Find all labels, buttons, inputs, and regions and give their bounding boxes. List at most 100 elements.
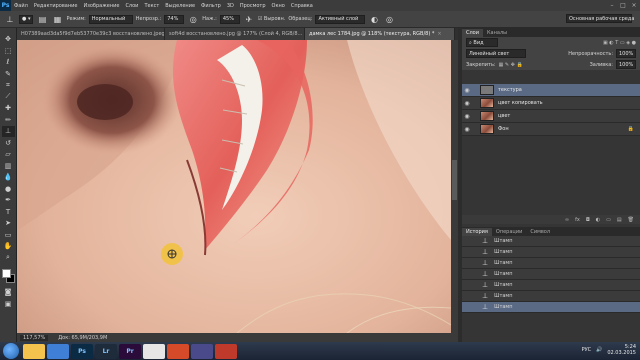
brush-panel-icon[interactable]: ▤	[36, 13, 48, 25]
adjustment-icon[interactable]: ◐	[596, 217, 600, 223]
airbrush-icon[interactable]: ✈	[243, 13, 255, 25]
marquee-tool-icon[interactable]: ⬚	[2, 46, 15, 57]
history-item[interactable]: ⊥ Штамп	[462, 280, 640, 291]
start-button[interactable]	[3, 343, 19, 359]
menu-help[interactable]: Справка	[288, 3, 316, 9]
fill-field[interactable]: 100%	[616, 60, 636, 69]
dodge-tool-icon[interactable]: ●	[2, 184, 15, 195]
healing-tool-icon[interactable]: ✚	[2, 103, 15, 114]
close-icon[interactable]: ×	[630, 1, 638, 9]
close-tab-icon[interactable]: ×	[437, 31, 441, 37]
fx-icon[interactable]: fx	[575, 217, 580, 223]
tab-actions[interactable]: Операции	[492, 228, 526, 236]
tab-channels[interactable]: Каналы	[483, 29, 511, 37]
quick-mask-icon[interactable]: ◙	[2, 287, 15, 298]
menu-filter[interactable]: Фильтр	[198, 3, 224, 9]
move-tool-icon[interactable]: ✥	[2, 34, 15, 45]
volume-icon[interactable]: 🔊	[596, 347, 602, 353]
crop-tool-icon[interactable]: ⌗	[2, 80, 15, 91]
flow-field[interactable]: 45%	[219, 14, 240, 24]
pressure-size-icon[interactable]: ◎	[383, 13, 395, 25]
doc-tab-3[interactable]: дамка лес 1784.jpg @ 118% (текстура, RGB…	[305, 28, 455, 40]
link-icon[interactable]: ∞	[565, 217, 569, 223]
visibility-eye-icon[interactable]: ◉	[462, 100, 472, 107]
layer-row[interactable]: ◉ текстура	[462, 84, 640, 97]
menu-view[interactable]: Просмотр	[237, 3, 269, 9]
ignore-adjustment-icon[interactable]: ◐	[368, 13, 380, 25]
app-icon[interactable]	[167, 343, 189, 359]
chrome-icon[interactable]	[143, 343, 165, 359]
history-item[interactable]: ⊥ Штамп	[462, 236, 640, 247]
history-item[interactable]: ⊥ Штамп	[462, 247, 640, 258]
tab-history[interactable]: История	[462, 228, 492, 236]
clone-stamp-tool-icon[interactable]: ⊥	[1, 126, 15, 137]
menu-window[interactable]: Окно	[269, 3, 288, 9]
layer-filter-select[interactable]: ⌕ Вид	[466, 38, 498, 47]
eyedropper-tool-icon[interactable]: ⟋	[2, 92, 15, 103]
path-select-tool-icon[interactable]: ➤	[2, 218, 15, 229]
folder-icon[interactable]: ▭	[606, 217, 611, 223]
sample-select[interactable]: Активный слой	[315, 14, 366, 24]
screen-mode-icon[interactable]: ▣	[2, 299, 15, 310]
maximize-icon[interactable]: □	[619, 1, 627, 9]
mask-icon[interactable]: ◘	[586, 217, 590, 223]
mode-select[interactable]: Нормальный	[88, 14, 133, 24]
menu-type[interactable]: Текст	[141, 3, 162, 9]
shape-tool-icon[interactable]: ▭	[2, 230, 15, 241]
aligned-checkbox[interactable]: ☑ Выровн.	[258, 16, 286, 22]
tab-layers[interactable]: Слои	[462, 29, 483, 37]
brush-size-picker[interactable]: ● ▾	[19, 14, 34, 24]
brush-tool-icon[interactable]: ✏	[2, 115, 15, 126]
menu-image[interactable]: Изображение	[80, 3, 122, 9]
photoshop-icon[interactable]: Ps	[71, 343, 93, 359]
layer-row[interactable]: ◉ цвет	[462, 110, 640, 123]
video-icon[interactable]	[47, 343, 69, 359]
type-tool-icon[interactable]: T	[2, 207, 15, 218]
doc-size[interactable]: Док: 65,9M/203,9M	[58, 335, 107, 341]
color-swatches[interactable]	[1, 268, 15, 286]
lock-icons[interactable]: ▦ ✎ ✥ 🔒	[499, 62, 523, 68]
lasso-tool-icon[interactable]: ℓ	[2, 57, 15, 68]
visibility-eye-icon[interactable]: ◉	[462, 87, 472, 94]
quick-select-tool-icon[interactable]: ✎	[2, 69, 15, 80]
zoom-tool-icon[interactable]: ⌕	[2, 253, 15, 264]
workspace-select[interactable]: Основная рабочая среда	[566, 14, 634, 23]
explorer-icon[interactable]	[23, 343, 45, 359]
app3-icon[interactable]	[215, 343, 237, 359]
hand-tool-icon[interactable]: ✋	[2, 241, 15, 252]
menu-3d[interactable]: 3D	[224, 3, 237, 9]
language-indicator[interactable]: РУС	[582, 347, 592, 353]
scrollbar-thumb[interactable]	[452, 160, 457, 200]
zoom-level[interactable]: 117,57%	[20, 334, 49, 341]
blend-mode-select[interactable]: Линейный свет	[466, 49, 526, 58]
tab-character[interactable]: Символ	[526, 228, 554, 236]
canvas-vertical-scrollbar[interactable]	[451, 40, 458, 333]
history-item-current[interactable]: ⊥ Штамп	[462, 302, 640, 313]
app2-icon[interactable]	[191, 343, 213, 359]
history-item[interactable]: ⊥ Штамп	[462, 269, 640, 280]
layer-opacity-field[interactable]: 100%	[616, 49, 636, 58]
menu-file[interactable]: Файл	[11, 3, 31, 9]
lightroom-icon[interactable]: Lr	[95, 343, 117, 359]
pen-tool-icon[interactable]: ✒	[2, 195, 15, 206]
menu-select[interactable]: Выделение	[162, 3, 198, 9]
eraser-tool-icon[interactable]: ▱	[2, 149, 15, 160]
visibility-eye-icon[interactable]: ◉	[462, 126, 472, 133]
clone-stamp-tool-icon[interactable]: ⊥	[4, 13, 16, 25]
premiere-icon[interactable]: Pr	[119, 343, 141, 359]
doc-tab-1[interactable]: H07389aad3da5f9d7eb53770e39c3 восстановл…	[17, 28, 165, 40]
trash-icon[interactable]: 🗑	[628, 217, 634, 223]
new-layer-icon[interactable]: ▤	[617, 217, 622, 223]
visibility-eye-icon[interactable]: ◉	[462, 113, 472, 120]
clone-source-icon[interactable]: ▦	[51, 13, 63, 25]
document-canvas[interactable]	[17, 40, 451, 333]
filter-type-icons[interactable]: ▣ ◐ T ▭ ◈ ●	[603, 40, 636, 46]
pressure-opacity-icon[interactable]: ◎	[187, 13, 199, 25]
history-item[interactable]: ⊥ Штамп	[462, 258, 640, 269]
minimize-icon[interactable]: –	[608, 1, 616, 9]
menu-layers[interactable]: Слои	[122, 3, 141, 9]
blur-tool-icon[interactable]: 💧	[2, 172, 15, 183]
clock[interactable]: 5:24 02.03.2015	[607, 344, 636, 356]
history-brush-tool-icon[interactable]: ↺	[2, 138, 15, 149]
menu-edit[interactable]: Редактирование	[31, 3, 81, 9]
